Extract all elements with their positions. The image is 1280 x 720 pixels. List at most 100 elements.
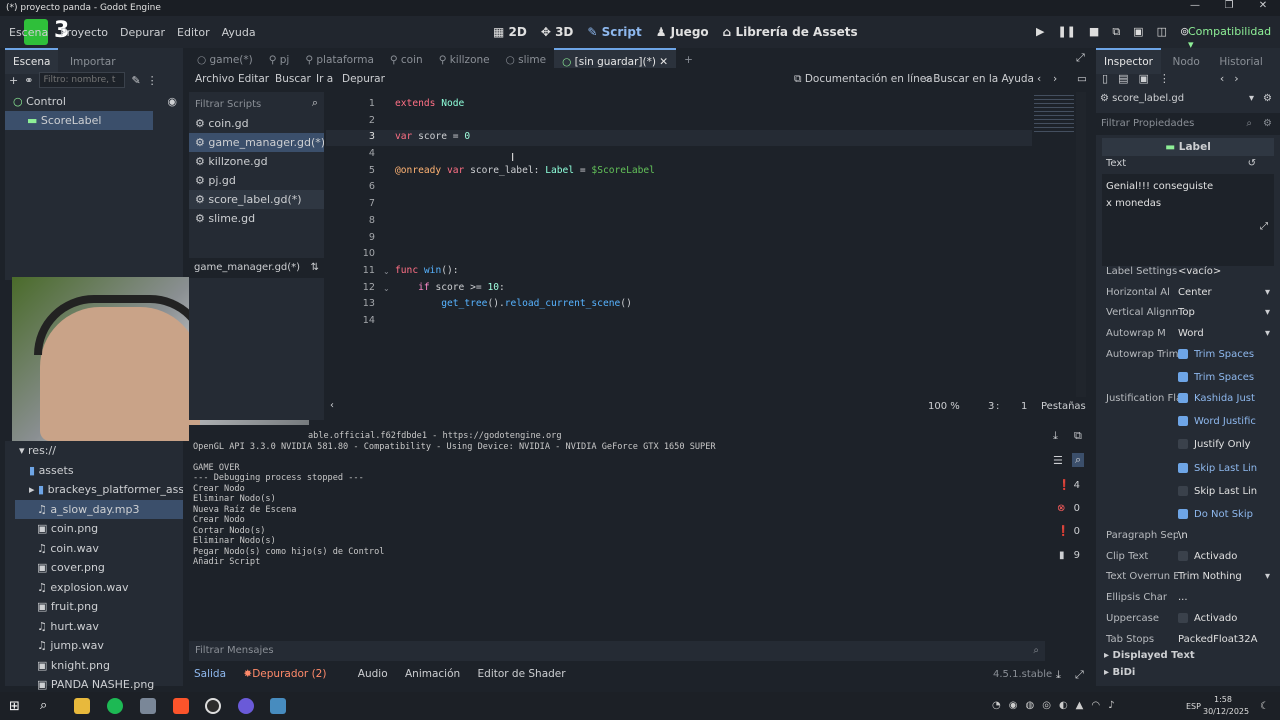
revert-icon[interactable]: ↺ [1248,158,1256,169]
tab-inspector[interactable]: Inspector [1096,48,1161,74]
workspace-script[interactable]: ✎ Script [587,25,641,39]
editor-tab-plataforma[interactable]: ⚲ plataforma [297,48,382,68]
text-property-editor[interactable]: Genial!!! conseguiste x monedas ⤢ [1102,174,1274,266]
tab-escena[interactable]: Escena [5,48,59,74]
tray-icon[interactable]: ◉ [1009,700,1018,711]
fs-file-explosion-wav[interactable]: ♫ explosion.wav [15,578,183,598]
update-spinner-icon[interactable]: ⤓ [1056,668,1061,682]
script-menu-ir-a[interactable]: Ir a [316,73,333,85]
link-icon[interactable]: ⚭ [24,74,33,87]
fs-file-cover-png[interactable]: ▣ cover.png [15,558,183,578]
checkbox-checked[interactable] [1178,348,1188,359]
sort-icon[interactable]: ⇅ [311,262,319,273]
scene-filter-input[interactable] [39,72,126,88]
filter-messages-input[interactable]: Filtrar Mensajes ⌕ [189,641,1045,661]
editor-tab-game[interactable]: ○ game(*) [189,48,261,68]
editor-tab-slime[interactable]: ○ slime [498,48,555,68]
prop-paragraph-separator[interactable]: Paragraph Sepa \n [1100,525,1270,545]
clear-output-icon[interactable]: ⤓ [1053,429,1058,443]
inspector-back-icon[interactable]: ‹ [1220,72,1224,86]
prop-autowrap-trim[interactable]: Autowrap Trim Trim Spaces [1100,344,1270,364]
brave-icon[interactable] [173,698,189,714]
workspace-2d[interactable]: ▦ 2D [493,25,527,39]
expand-panel-icon[interactable]: ⤢ [1075,668,1084,682]
menu-dots-icon[interactable]: ⋮ [147,74,158,87]
maximize-button[interactable]: ❐ [1212,0,1246,16]
warning-count-badge[interactable]: ❗ 0 [1052,524,1088,542]
fold-arrow-icon[interactable]: ⌄ [383,284,390,293]
add-node-icon[interactable]: + [9,74,18,87]
tab-historial[interactable]: Historial [1211,50,1270,74]
editor-tab-coin[interactable]: ⚲ coin [382,48,431,68]
tab-salida[interactable]: Salida [194,668,226,680]
history-back-icon[interactable]: ‹ [1037,73,1041,85]
script-item-coin[interactable]: ⚙ coin.gd [189,114,324,133]
pause-icon[interactable]: ❚❚ [1057,25,1075,39]
prop-clip-text[interactable]: Clip Text Activado [1100,546,1270,566]
script-icon[interactable]: ✎ [131,74,140,87]
expand-text-icon[interactable]: ⤢ [1260,218,1268,235]
menu-proyecto[interactable]: Proyecto [60,16,108,39]
notifications-icon[interactable]: ☾ [1260,701,1269,712]
fs-file-hurt-wav[interactable]: ♫ hurt.wav [15,617,183,637]
filter-settings-icon[interactable]: ⚙ [1263,118,1272,129]
fs-folder-brackeys[interactable]: ▸ ▮ brackeys_platformer_ass... [15,480,183,500]
tray-icon[interactable]: ◐ [1059,700,1068,711]
open-resource-icon[interactable]: ▤ [1118,72,1128,86]
prop-text-overrun[interactable]: Text Overrun BeTrim Nothing▾ [1100,566,1270,586]
workspace-3d[interactable]: ✥ 3D [541,25,574,39]
script-item-slime[interactable]: ⚙ slime.gd [189,209,324,228]
add-tab-icon[interactable]: + [676,48,701,68]
remote-debug-icon[interactable]: ⧉ [1112,25,1120,39]
fs-root[interactable]: ▾ res:// [15,441,183,461]
tab-audio[interactable]: Audio [358,668,388,680]
close-button[interactable]: ✕ [1246,0,1280,16]
store-icon[interactable] [140,698,156,714]
copy-output-icon[interactable]: ⧉ [1074,429,1082,443]
fs-file-jump-wav[interactable]: ♫ jump.wav [15,636,183,656]
play-scene-icon[interactable]: ▣ [1133,25,1143,39]
workspace-juego[interactable]: ♟ Juego [656,25,709,39]
script-item-killzone[interactable]: ⚙ killzone.gd [189,152,324,171]
clock-time[interactable]: 1:58 [1214,695,1232,704]
search-help-button[interactable]: ⌕ Buscar en la Ayuda [924,73,1034,86]
fs-folder-assets[interactable]: ▮ assets [15,461,183,481]
node-scorelabel[interactable]: ▬ ScoreLabel [5,111,153,130]
checkbox-unchecked[interactable] [1178,550,1188,561]
clock-date[interactable]: 30/12/2025 [1203,707,1249,716]
prop-label-settings[interactable]: Label Settings <vacío> [1100,261,1270,281]
start-windows-icon[interactable]: ⊞ [9,699,20,714]
tray-icon[interactable]: ▲ [1076,700,1084,711]
volume-icon[interactable]: ♪ [1108,700,1114,711]
tab-shader-editor[interactable]: Editor de Shader [478,668,566,680]
prop-autowrap-trim-2[interactable]: Trim Spaces [1100,367,1270,387]
menu-ayuda[interactable]: Ayuda [222,16,256,39]
tab-nodo[interactable]: Nodo [1164,50,1207,74]
script-menu-editar[interactable]: Editar [238,73,269,85]
section-displayed-text[interactable]: ▸ Displayed Text [1104,650,1195,661]
checkbox-checked[interactable] [1178,508,1188,519]
play-icon[interactable]: ▶ [1036,25,1044,39]
minimize-button[interactable]: — [1178,0,1212,16]
tab-animacion[interactable]: Animación [405,668,460,680]
toggle-panel-icon[interactable]: ▭ [1077,73,1087,85]
prop-justification-word[interactable]: Word Justific [1100,411,1270,431]
workspace-asset-library[interactable]: ⌂ Librería de Assets [723,25,858,39]
section-bidi[interactable]: ▸ BiDi [1104,667,1135,678]
fs-file-a-slow-day[interactable]: ♫ a_slow_day.mp3 [15,499,183,519]
message-count-badge[interactable]: ▮ 9 [1052,548,1088,566]
checkbox-checked[interactable] [1178,462,1188,473]
prop-horizontal-alignment[interactable]: Horizontal Al Center ▾ [1100,282,1270,302]
prop-uppercase[interactable]: Uppercase Activado [1100,608,1270,628]
editor-tab-unsaved[interactable]: ○ [sin guardar](*) ✕ [554,48,677,68]
play-custom-icon[interactable]: ◫ [1157,25,1167,39]
spotify-icon[interactable] [107,698,123,714]
script-item-game-manager[interactable]: ⚙ game_manager.gd(*) [189,133,324,152]
keyboard-language[interactable]: ESP [1186,702,1201,711]
save-resource-icon[interactable]: ▣ [1138,72,1148,86]
taskbar-search-icon[interactable]: ⌕ [40,698,47,713]
prop-skip-last-line[interactable]: Skip Last Lin [1100,458,1270,478]
filter-lines-icon[interactable]: ☰ [1053,454,1063,467]
object-menu-icon[interactable]: ⚙ [1263,93,1272,104]
tray-icon[interactable]: ◍ [1025,700,1034,711]
